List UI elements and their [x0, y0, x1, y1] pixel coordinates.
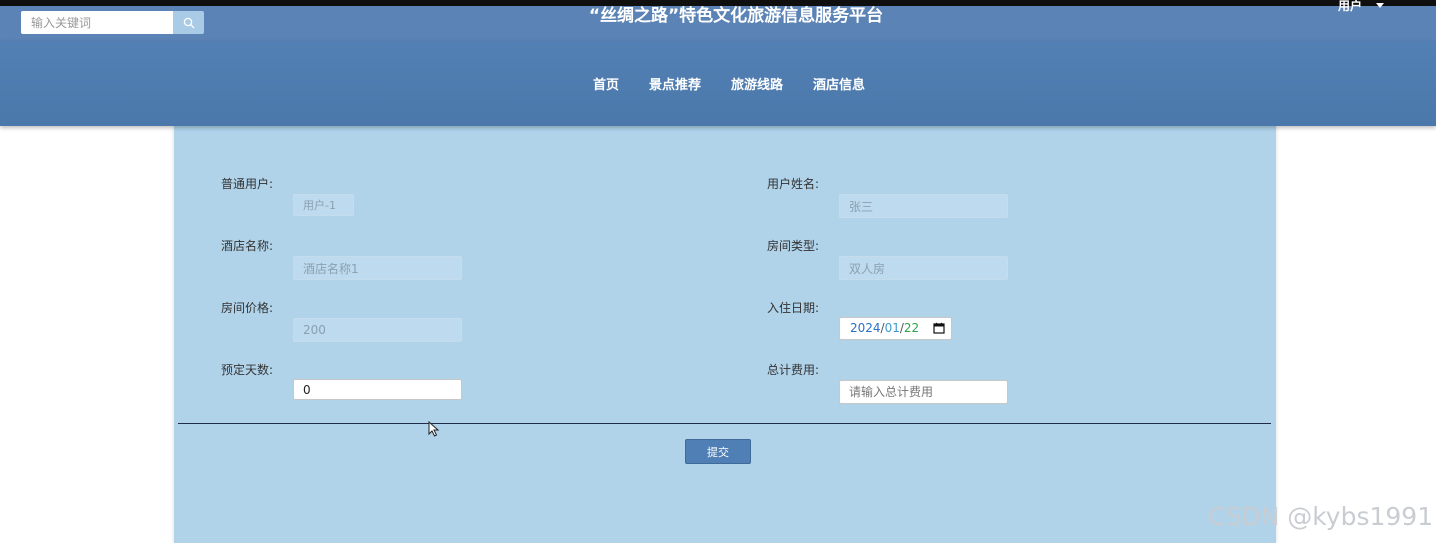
user-label: 普通用户:: [221, 177, 274, 191]
date-month: 01: [884, 321, 900, 335]
main-nav: 首页 景点推荐 旅游线路 酒店信息: [0, 76, 1436, 96]
submit-button[interactable]: 提交: [685, 439, 751, 464]
user-name-label: 用户姓名:: [767, 177, 820, 191]
user-menu[interactable]: 用户: [1338, 0, 1362, 12]
hotel-name-label: 酒店名称:: [221, 239, 274, 253]
watermark: CSDN @kybs1991: [1208, 502, 1434, 531]
days-label: 预定天数:: [221, 363, 274, 377]
checkin-date-field[interactable]: 2024/01/22: [839, 317, 952, 340]
checkin-date-label: 入住日期:: [767, 301, 820, 315]
form-divider: [178, 423, 1271, 424]
nav-item-attractions[interactable]: 景点推荐: [649, 76, 701, 96]
site-title: “丝绸之路”特色文化旅游信息服务平台: [588, 6, 884, 26]
date-day: 22: [903, 321, 920, 335]
mouse-cursor-icon: [428, 421, 440, 437]
nav-item-routes[interactable]: 旅游线路: [731, 76, 783, 96]
date-year: 2024: [850, 321, 881, 335]
room-price-field[interactable]: [293, 318, 462, 342]
nav-item-hotels[interactable]: 酒店信息: [813, 76, 865, 96]
room-type-field[interactable]: [839, 256, 1008, 280]
total-cost-field[interactable]: [839, 380, 1008, 404]
user-name-field[interactable]: [839, 194, 1008, 218]
days-field[interactable]: [293, 379, 462, 400]
hotel-name-field[interactable]: [293, 256, 462, 280]
chevron-down-icon[interactable]: [1376, 3, 1384, 8]
room-price-label: 房间价格:: [221, 301, 274, 315]
user-field[interactable]: [293, 194, 354, 216]
total-cost-label: 总计费用:: [767, 363, 820, 377]
calendar-icon[interactable]: [933, 322, 945, 334]
room-type-label: 房间类型:: [767, 239, 820, 253]
nav-item-home[interactable]: 首页: [593, 76, 619, 96]
